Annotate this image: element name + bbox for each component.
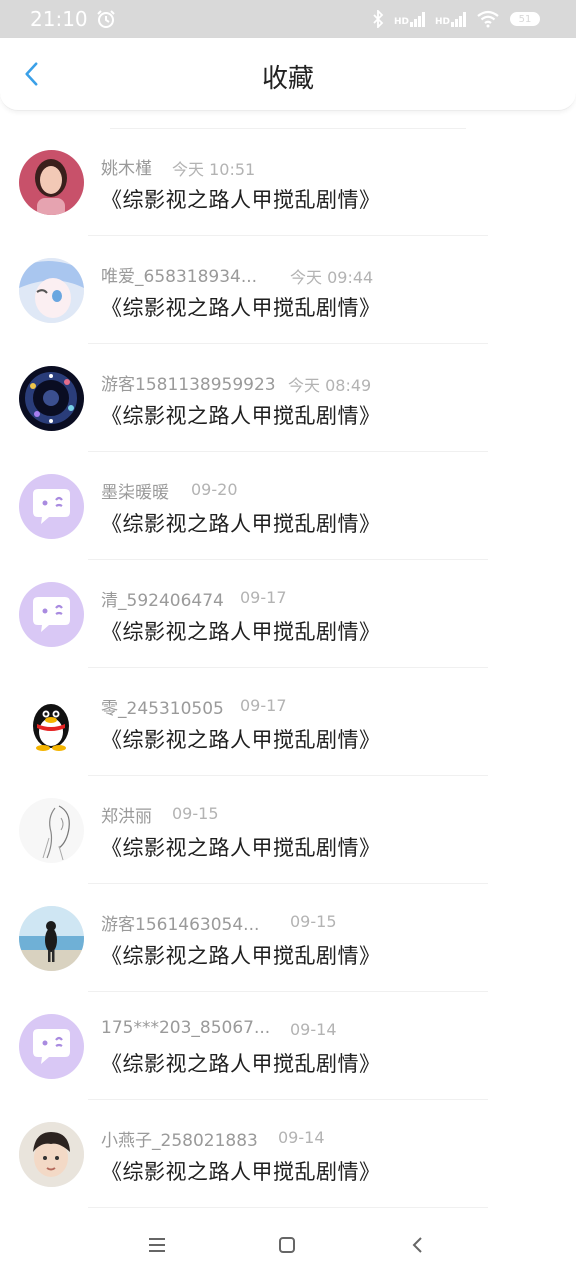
battery-icon: 51: [510, 12, 540, 26]
default-chat-avatar[interactable]: [19, 582, 84, 647]
network-type-1: HD: [393, 17, 409, 27]
user-name: 郑洪丽: [101, 807, 152, 827]
wifi-icon: [477, 10, 499, 28]
status-time: 21:10: [30, 7, 88, 31]
list-item[interactable]: 墨柒暖暖 09-20 《综影视之路人甲搅乱剧情》: [0, 452, 576, 560]
favorite-time: 09-14: [278, 1128, 325, 1147]
user-name: 游客1581138959923: [101, 375, 276, 395]
status-right: HD HD 51: [372, 10, 540, 28]
status-bar: 21:10 HD HD 51: [0, 0, 576, 38]
user-name: 姚木槿: [101, 159, 152, 179]
user-name: 唯爱_658318934...: [101, 267, 258, 287]
penguin-avatar[interactable]: [19, 690, 84, 755]
favorite-time: 09-17: [240, 588, 287, 607]
battery-level: 51: [518, 13, 532, 25]
default-chat-avatar[interactable]: [19, 1014, 84, 1079]
favorite-time: 09-15: [172, 804, 219, 823]
favorite-time: 09-20: [191, 480, 238, 499]
anime-avatar[interactable]: [19, 258, 84, 323]
favorite-time: 09-17: [240, 696, 287, 715]
boy-avatar[interactable]: [19, 1122, 84, 1187]
list-divider: [88, 1207, 488, 1208]
photo-avatar-girl[interactable]: [19, 150, 84, 215]
list-item[interactable]: 零_245310505 09-17 《综影视之路人甲搅乱剧情》: [0, 668, 576, 776]
bluetooth-icon: [373, 10, 384, 28]
user-name: 清_592406474: [101, 591, 224, 611]
book-title: 《综影视之路人甲搅乱剧情》: [101, 512, 381, 536]
alarm-icon: [96, 10, 115, 28]
user-name: 小燕子_258021883: [101, 1131, 258, 1151]
signal-icon: [409, 11, 425, 27]
book-title: 《综影视之路人甲搅乱剧情》: [101, 296, 381, 320]
list-item[interactable]: 游客1561463054... 09-15 《综影视之路人甲搅乱剧情》: [0, 884, 576, 992]
network-type-2: HD: [434, 17, 450, 27]
home-square-icon[interactable]: [269, 1230, 305, 1260]
list-item[interactable]: 小燕子_258021883 09-14 《综影视之路人甲搅乱剧情》: [0, 1100, 576, 1208]
sketch-avatar[interactable]: [19, 798, 84, 863]
favorite-time: 09-15: [290, 912, 337, 931]
galaxy-avatar[interactable]: [19, 366, 84, 431]
app-header: 收藏: [0, 38, 576, 111]
user-name: 墨柒暖暖: [101, 483, 169, 503]
book-title: 《综影视之路人甲搅乱剧情》: [101, 620, 381, 644]
list-item[interactable]: 姚木槿 今天 10:51 《综影视之路人甲搅乱剧情》: [0, 128, 576, 236]
book-title: 《综影视之路人甲搅乱剧情》: [101, 404, 381, 428]
list-item[interactable]: 清_592406474 09-17 《综影视之路人甲搅乱剧情》: [0, 560, 576, 668]
favorite-time: 今天 10:51: [172, 160, 256, 179]
book-title: 《综影视之路人甲搅乱剧情》: [101, 1052, 381, 1076]
book-title: 《综影视之路人甲搅乱剧情》: [101, 728, 381, 752]
user-name: 零_245310505: [101, 699, 224, 719]
user-name: 游客1561463054...: [101, 915, 260, 935]
beach-avatar[interactable]: [19, 906, 84, 971]
favorite-time: 今天 09:44: [290, 268, 374, 287]
book-title: 《综影视之路人甲搅乱剧情》: [101, 1160, 381, 1184]
list-item[interactable]: 175***203_85067... 09-14 《综影视之路人甲搅乱剧情》: [0, 992, 576, 1100]
favorite-time: 09-14: [290, 1020, 337, 1039]
book-title: 《综影视之路人甲搅乱剧情》: [101, 836, 381, 860]
book-title: 《综影视之路人甲搅乱剧情》: [101, 188, 381, 212]
signal-icon: [451, 11, 466, 27]
status-left: 21:10: [30, 7, 116, 31]
book-title: 《综影视之路人甲搅乱剧情》: [101, 944, 381, 968]
list-item[interactable]: 唯爱_658318934... 今天 09:44 《综影视之路人甲搅乱剧情》: [0, 236, 576, 344]
menu-icon[interactable]: [139, 1230, 175, 1260]
default-chat-avatar[interactable]: [19, 474, 84, 539]
page-title: 收藏: [261, 64, 314, 94]
list-item[interactable]: 游客1581138959923 今天 08:49 《综影视之路人甲搅乱剧情》: [0, 344, 576, 452]
favorite-time: 今天 08:49: [288, 376, 372, 395]
system-nav-bar: [0, 1210, 576, 1280]
list-item[interactable]: 郑洪丽 09-15 《综影视之路人甲搅乱剧情》: [0, 776, 576, 884]
back-triangle-icon[interactable]: [400, 1230, 436, 1260]
user-name: 175***203_85067...: [101, 1018, 271, 1038]
